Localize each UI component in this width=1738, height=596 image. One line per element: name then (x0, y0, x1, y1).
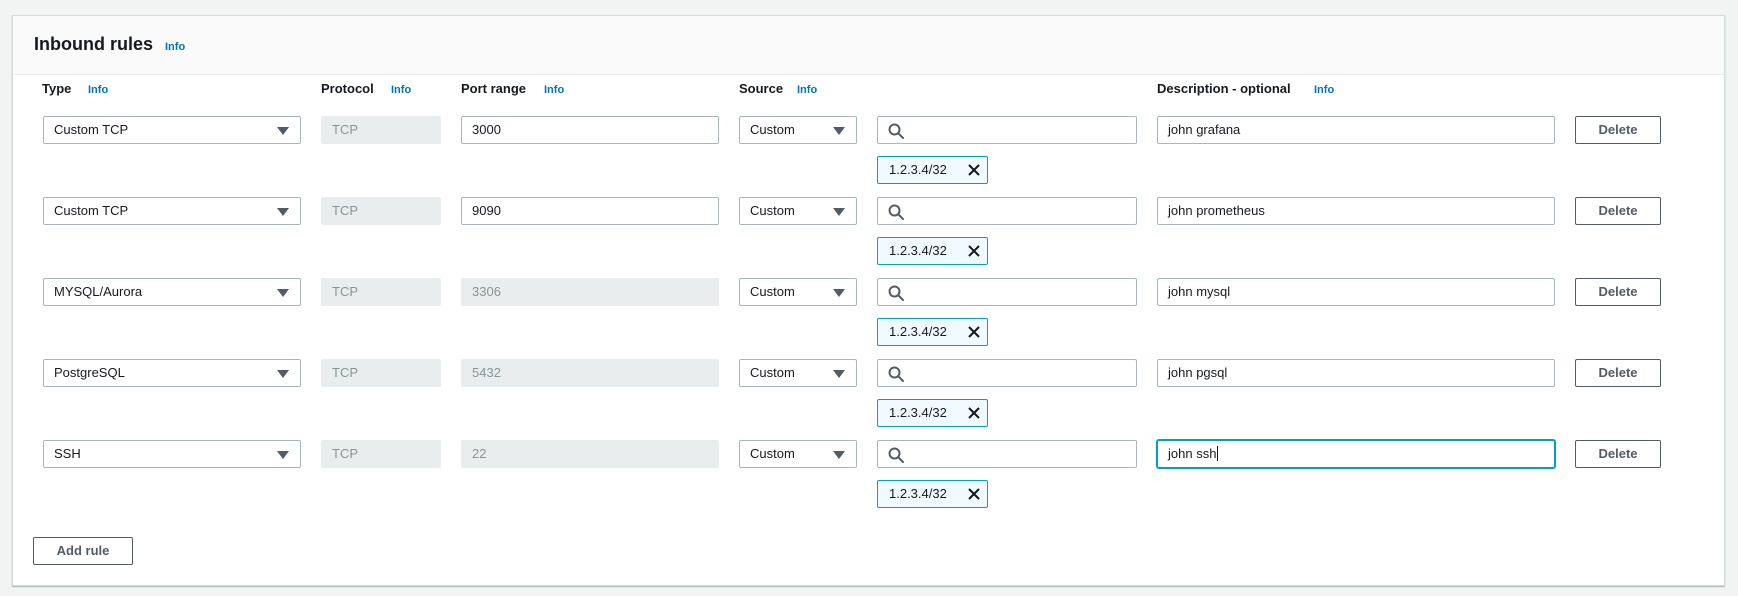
rule-source-value: Custom (750, 203, 795, 218)
rule-cidr-value: 1.2.3.4/32 (889, 324, 947, 339)
rule-cidr-token: 1.2.3.4/32 (877, 399, 988, 427)
rule-port-range-input: 3306 (461, 278, 719, 306)
rule-type-value: Custom TCP (54, 203, 129, 218)
section-info-link[interactable]: Info (165, 41, 185, 53)
rule-source-select[interactable]: Custom (739, 359, 857, 387)
rule-type-select[interactable]: Custom TCP (43, 197, 301, 225)
rule-type-value: SSH (54, 446, 81, 461)
panel-header: Inbound rules Info (13, 16, 1724, 75)
rule-source-select[interactable]: Custom (739, 440, 857, 468)
close-icon[interactable] (967, 244, 981, 258)
column-header-description: Description - optional (1157, 81, 1291, 96)
rule-protocol-field: TCP (321, 278, 441, 306)
rule-delete-button[interactable]: Delete (1575, 116, 1661, 144)
rule-port-range-input[interactable]: 3000 (461, 116, 719, 144)
caret-down-icon (833, 127, 845, 135)
search-icon (888, 123, 904, 139)
caret-down-icon (833, 370, 845, 378)
rule-description-value: john pgsql (1168, 365, 1228, 380)
rule-description-value: john grafana (1168, 122, 1241, 137)
rule-source-value: Custom (750, 122, 795, 137)
rule-description-value: john ssh (1168, 446, 1217, 461)
rule-cidr-token: 1.2.3.4/32 (877, 156, 988, 184)
column-header-port-range: Port range (461, 81, 527, 96)
rule-source-select[interactable]: Custom (739, 116, 857, 144)
rule-delete-button[interactable]: Delete (1575, 359, 1661, 387)
rule-protocol-field: TCP (321, 359, 441, 387)
caret-down-icon (277, 451, 289, 459)
caret-down-icon (277, 370, 289, 378)
caret-down-icon (833, 289, 845, 297)
column-header-source: Source (739, 81, 784, 96)
port-range-info-link[interactable]: Info (544, 84, 564, 96)
rule-delete-button[interactable]: Delete (1575, 278, 1661, 306)
rule-cidr-token: 1.2.3.4/32 (877, 480, 988, 508)
protocol-info-link[interactable]: Info (391, 84, 411, 96)
text-cursor (1217, 446, 1219, 461)
rule-description-input[interactable]: john prometheus (1157, 197, 1555, 225)
description-info-link[interactable]: Info (1314, 84, 1334, 96)
rule-description-input[interactable]: john grafana (1157, 116, 1555, 144)
rule-cidr-search-input[interactable] (877, 440, 1137, 468)
rule-source-select[interactable]: Custom (739, 197, 857, 225)
rule-cidr-token: 1.2.3.4/32 (877, 237, 988, 265)
search-icon (888, 285, 904, 301)
caret-down-icon (277, 208, 289, 216)
add-rule-button[interactable]: Add rule (33, 537, 133, 565)
rule-description-value: john prometheus (1168, 203, 1265, 218)
caret-down-icon (277, 289, 289, 297)
rule-source-select[interactable]: Custom (739, 278, 857, 306)
close-icon[interactable] (967, 487, 981, 501)
caret-down-icon (277, 127, 289, 135)
rule-cidr-search-input[interactable] (877, 278, 1137, 306)
rule-type-select[interactable]: MYSQL/Aurora (43, 278, 301, 306)
column-header-type: Type (42, 81, 72, 96)
rule-description-input[interactable]: john ssh (1157, 440, 1555, 468)
caret-down-icon (833, 451, 845, 459)
column-header-protocol: Protocol (321, 81, 374, 96)
rule-delete-button[interactable]: Delete (1575, 440, 1661, 468)
search-icon (888, 204, 904, 220)
rule-protocol-field: TCP (321, 197, 441, 225)
section-title: Inbound rules (34, 34, 153, 54)
rule-port-range-input: 22 (461, 440, 719, 468)
type-info-link[interactable]: Info (88, 84, 108, 96)
rule-description-input[interactable]: john pgsql (1157, 359, 1555, 387)
rule-cidr-search-input[interactable] (877, 197, 1137, 225)
rule-cidr-search-input[interactable] (877, 116, 1137, 144)
search-icon (888, 366, 904, 382)
rule-type-value: PostgreSQL (54, 365, 125, 380)
search-icon (888, 447, 904, 463)
rule-cidr-value: 1.2.3.4/32 (889, 243, 947, 258)
rule-type-select[interactable]: SSH (43, 440, 301, 468)
rule-cidr-search-input[interactable] (877, 359, 1137, 387)
rule-type-select[interactable]: Custom TCP (43, 116, 301, 144)
source-info-link[interactable]: Info (797, 84, 817, 96)
rule-source-value: Custom (750, 446, 795, 461)
rule-type-select[interactable]: PostgreSQL (43, 359, 301, 387)
rule-description-input[interactable]: john mysql (1157, 278, 1555, 306)
rule-type-value: Custom TCP (54, 122, 129, 137)
close-icon[interactable] (967, 325, 981, 339)
rule-cidr-value: 1.2.3.4/32 (889, 405, 947, 420)
close-icon[interactable] (967, 406, 981, 420)
rule-port-range-input: 5432 (461, 359, 719, 387)
rule-description-value: john mysql (1168, 284, 1231, 299)
rule-delete-button[interactable]: Delete (1575, 197, 1661, 225)
rule-protocol-field: TCP (321, 116, 441, 144)
close-icon[interactable] (967, 163, 981, 177)
caret-down-icon (833, 208, 845, 216)
rule-type-value: MYSQL/Aurora (54, 284, 143, 299)
rule-source-value: Custom (750, 365, 795, 380)
rule-source-value: Custom (750, 284, 795, 299)
rule-cidr-token: 1.2.3.4/32 (877, 318, 988, 346)
rule-cidr-value: 1.2.3.4/32 (889, 162, 947, 177)
rule-cidr-value: 1.2.3.4/32 (889, 486, 947, 501)
rule-protocol-field: TCP (321, 440, 441, 468)
rule-port-range-input[interactable]: 9090 (461, 197, 719, 225)
